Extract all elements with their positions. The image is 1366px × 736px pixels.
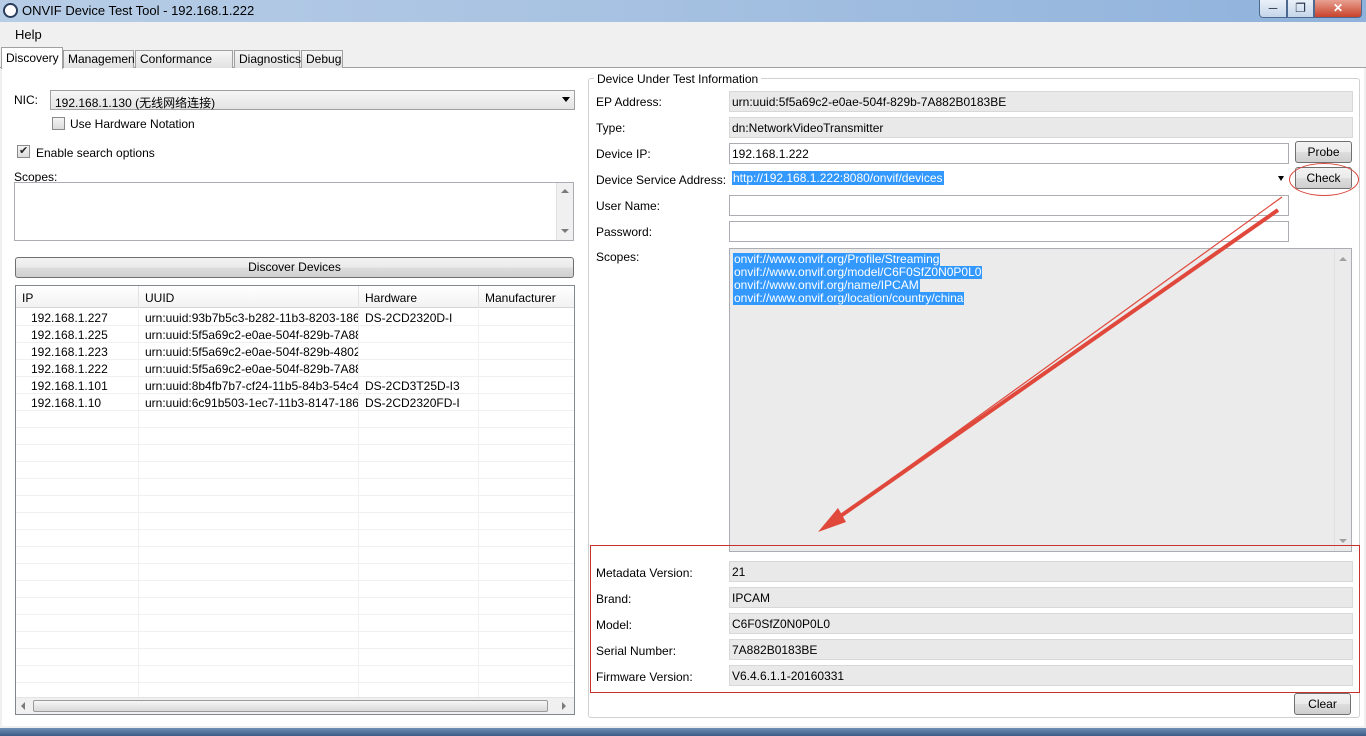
annotation-arrow-head (818, 508, 846, 532)
annotation-arrow-shaft (830, 208, 1280, 524)
annotation-arrow (818, 196, 1283, 532)
tab-discovery[interactable]: Discovery (1, 47, 63, 69)
taskbar (0, 728, 1366, 736)
